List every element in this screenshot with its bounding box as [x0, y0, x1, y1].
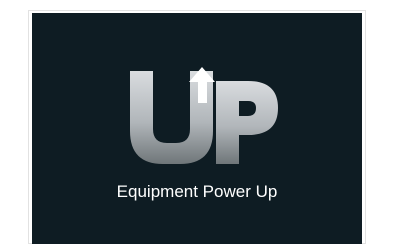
logo-p-shape — [216, 81, 278, 164]
up-arrow-logo-icon — [130, 67, 278, 164]
power-up-caption: Equipment Power Up — [116, 182, 278, 201]
